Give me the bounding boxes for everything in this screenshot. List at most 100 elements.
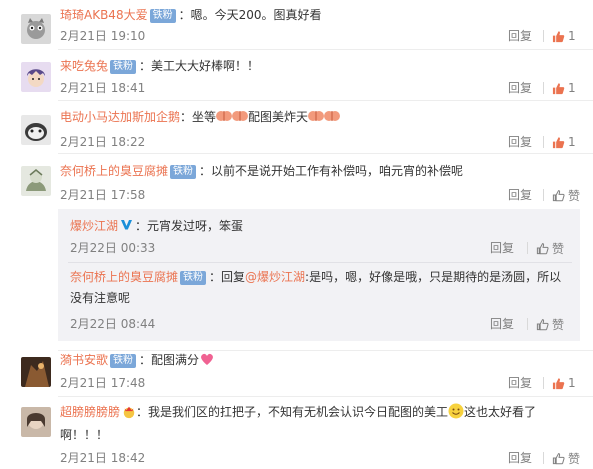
like-button[interactable]: 赞 <box>536 316 564 332</box>
user-name[interactable]: 琦琦AKB48大爱 <box>60 8 148 22</box>
thumbs-up-icon <box>552 377 565 390</box>
reply-button[interactable]: 回复 <box>508 80 532 96</box>
divider <box>68 262 572 263</box>
comment-line: 琦琦AKB48大爱 铁粉 ：嗯。今天200。图真好看 <box>60 6 322 24</box>
comment-time: 2月21日 19:10 <box>60 29 146 43</box>
avatar[interactable] <box>21 62 51 92</box>
reply-button[interactable]: 回复 <box>508 187 532 203</box>
user-name[interactable]: 爆炒江湖 <box>70 219 118 233</box>
praying-emoji-icon <box>308 111 325 121</box>
like-button[interactable]: 赞 <box>552 450 580 466</box>
grin-emoji-icon <box>448 403 464 419</box>
action-divider <box>527 318 528 330</box>
comment-item: 漪书安歌 铁粉 ：配图满分 2月21日 17:48 回复 1 <box>0 351 593 401</box>
like-count: 1 <box>568 376 576 390</box>
user-name[interactable]: 电动小马达加斯加企鹅 <box>60 110 180 124</box>
reply-button[interactable]: 回复 <box>490 240 514 256</box>
comment-text: ：配图满分 <box>139 353 200 367</box>
avatar[interactable] <box>21 407 51 437</box>
comment-line: 超膀膀膀膀 ：我是我们区的扛把子，不知有无机会认识今日配图的美工 这也太好看了 <box>60 403 536 421</box>
fan-badge: 铁粉 <box>170 165 197 179</box>
action-divider <box>527 242 528 254</box>
comment-item: 电动小马达加斯加企鹅：坐等 配图美炸天 2月21日 18:22 回复 1 <box>0 101 593 153</box>
like-count: 1 <box>568 29 576 43</box>
comment-time: 2月21日 18:22 <box>60 135 146 149</box>
comment-line: 奈何桥上的臭豆腐摊 铁粉 ：以前不是说开始工作有补偿吗，咱元宵的补偿呢 <box>60 162 463 180</box>
comment-time: 2月21日 18:42 <box>60 451 146 465</box>
praying-emoji-icon <box>324 111 341 121</box>
action-divider <box>543 189 544 201</box>
action-divider <box>543 377 544 389</box>
reply-button[interactable]: 回复 <box>508 134 532 150</box>
like-button[interactable]: 赞 <box>552 187 580 203</box>
comment-item: 来吃兔兔 铁粉 ：美工大大好棒啊！！ 2月21日 18:41 回复 1 <box>0 50 593 100</box>
avatar[interactable] <box>21 14 51 44</box>
like-button[interactable]: 1 <box>552 80 576 96</box>
like-count: 1 <box>568 135 576 149</box>
comment-text: ：我是我们区的扛把子，不知有无机会认识今日配图的美工 <box>136 405 449 419</box>
like-label: 赞 <box>552 241 565 256</box>
comment-text: ：美工大大好棒啊！！ <box>139 59 260 73</box>
reply-time: 2月22日 08:44 <box>70 317 156 331</box>
fan-badge: 铁粉 <box>180 271 207 285</box>
thumbs-up-icon <box>552 452 565 465</box>
action-divider <box>543 82 544 94</box>
reply-time: 2月22日 00:33 <box>70 241 156 255</box>
praying-emoji-icon <box>232 111 249 121</box>
reply-button[interactable]: 回复 <box>508 375 532 391</box>
avatar[interactable] <box>21 357 51 387</box>
mention-link[interactable]: @爆炒江湖 <box>245 270 305 284</box>
like-label: 赞 <box>552 317 565 332</box>
comment-line-continued: 啊！！！ <box>60 426 108 444</box>
avatar[interactable] <box>21 166 51 196</box>
thumbs-up-icon <box>552 136 565 149</box>
avatar[interactable] <box>21 115 51 145</box>
reply-button[interactable]: 回复 <box>508 450 532 466</box>
comment-item: 琦琦AKB48大爱 铁粉 ：嗯。今天200。图真好看 2月21日 19:10 回复 … <box>0 0 593 49</box>
action-divider <box>543 136 544 148</box>
comment-text: ：以前不是说开始工作有补偿吗，咱元宵的补偿呢 <box>199 164 464 178</box>
thumbs-up-icon <box>536 242 549 255</box>
reply-button[interactable]: 回复 <box>490 316 514 332</box>
action-divider <box>543 30 544 42</box>
reply-text: ：回复 <box>209 270 246 284</box>
reply-thread: 爆炒江湖 ：元宵发过呀，笨蛋 2月22日 00:33 回复 赞 奈何桥上的臭豆腐摊… <box>58 209 580 341</box>
comment-text: 这也太好看了 <box>464 405 537 419</box>
user-name[interactable]: 来吃兔兔 <box>60 59 108 73</box>
comment-time: 2月21日 18:41 <box>60 81 146 95</box>
like-button[interactable]: 赞 <box>536 240 564 256</box>
like-label: 赞 <box>568 451 581 466</box>
comment-line: 漪书安歌 铁粉 ：配图满分 <box>60 351 215 369</box>
comment-text: ：坐等 <box>180 110 217 124</box>
user-name[interactable]: 漪书安歌 <box>60 353 108 367</box>
like-button[interactable]: 1 <box>552 134 576 150</box>
like-button[interactable]: 1 <box>552 28 576 44</box>
reply-button[interactable]: 回复 <box>508 28 532 44</box>
comment-time: 2月21日 17:58 <box>60 188 146 202</box>
comment-text: 配图美炸天 <box>248 110 309 124</box>
thumbs-up-icon <box>536 318 549 331</box>
comment-line: 来吃兔兔 铁粉 ：美工大大好棒啊！！ <box>60 57 259 75</box>
user-name[interactable]: 奈何桥上的臭豆腐摊 <box>70 270 178 284</box>
thumbs-up-icon <box>552 189 565 202</box>
fan-badge: 铁粉 <box>110 60 137 74</box>
fan-badge: 铁粉 <box>149 9 176 23</box>
heart-hands-emoji-icon <box>201 353 213 365</box>
user-name[interactable]: 奈何桥上的臭豆腐摊 <box>60 164 168 178</box>
reply-line-continued: 没有注意呢 <box>70 289 130 307</box>
reply-line: 爆炒江湖 ：元宵发过呀，笨蛋 <box>70 217 243 235</box>
thumbs-up-icon <box>552 82 565 95</box>
reply-line: 奈何桥上的臭豆腐摊 铁粉 ：回复@爆炒江湖:是吗，嗯，好像是哦，只是期待的是汤圆，所… <box>70 268 561 286</box>
reply-text: :是吗，嗯，好像是哦，只是期待的是汤圆，所以 <box>305 270 562 284</box>
praying-emoji-icon <box>216 111 233 121</box>
user-name[interactable]: 超膀膀膀膀 <box>60 405 120 419</box>
like-button[interactable]: 1 <box>552 375 576 391</box>
crown-face-icon <box>123 406 135 419</box>
comment-item: 超膀膀膀膀 ：我是我们区的扛把子，不知有无机会认识今日配图的美工 这也太好看了 啊！… <box>0 397 593 469</box>
comment-text: ：嗯。今天200。图真好看 <box>178 8 322 22</box>
thumbs-up-icon <box>552 30 565 43</box>
verified-icon <box>121 220 133 230</box>
fan-badge: 铁粉 <box>110 354 137 368</box>
comment-line: 电动小马达加斯加企鹅：坐等 配图美炸天 <box>60 108 341 126</box>
like-count: 1 <box>568 81 576 95</box>
